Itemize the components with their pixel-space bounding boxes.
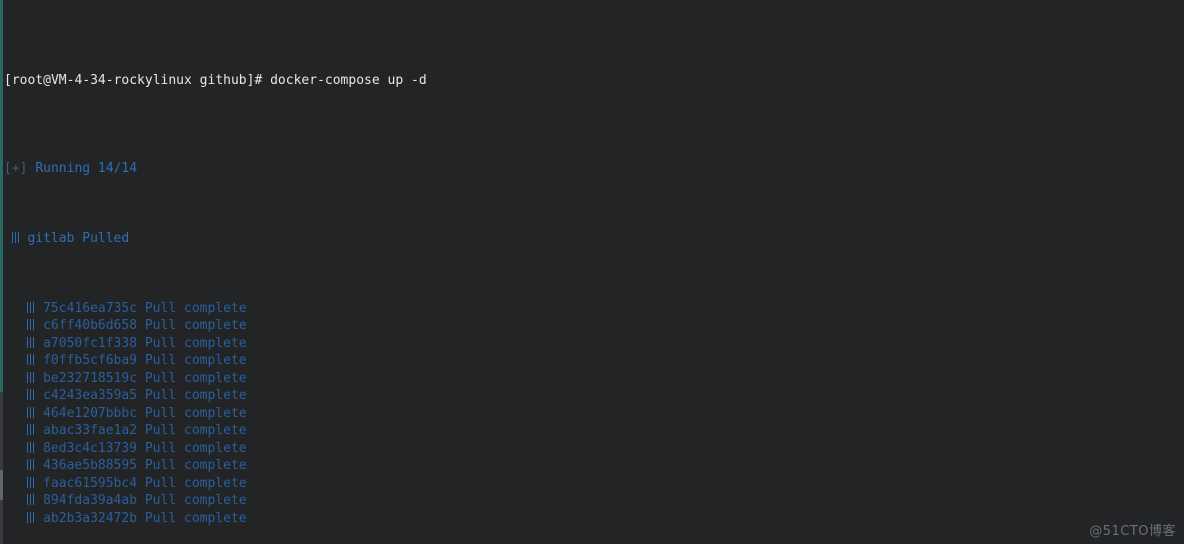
compose-layer-item: abac33fae1a2 Pull complete bbox=[4, 422, 1184, 440]
layer-label: c6ff40b6d658 Pull complete bbox=[43, 318, 247, 333]
spinner-glyph-icon bbox=[11, 231, 20, 243]
spinner-glyph-icon bbox=[27, 494, 36, 505]
service-pulled-label: gitlab Pulled bbox=[27, 230, 130, 246]
compose-layer-item: faac61595bc4 Pull complete bbox=[4, 475, 1184, 493]
spinner-glyph-icon bbox=[27, 424, 36, 435]
command-line-compose-up: [root@VM-4-34-rockylinux github]# docker… bbox=[4, 72, 1184, 90]
status-label: Running 14/14 bbox=[35, 160, 138, 176]
layer-label: be232718519c Pull complete bbox=[43, 370, 247, 386]
compose-layer-item: c6ff40b6d658 Pull complete bbox=[4, 317, 1184, 335]
layer-label: abac33fae1a2 Pull complete bbox=[43, 423, 247, 438]
spinner-glyph-icon bbox=[27, 389, 36, 400]
watermark: @51CTO博客 bbox=[1089, 523, 1176, 539]
compose-layer-item: 464e1207bbbc Pull complete bbox=[4, 405, 1184, 423]
layer-label: a7050fc1f338 Pull complete bbox=[43, 335, 247, 351]
shell-prompt: [root@VM-4-34-rockylinux github]# bbox=[4, 73, 263, 88]
layer-label: 436ae5b88595 Pull complete bbox=[43, 458, 247, 473]
spinner-glyph-icon bbox=[27, 511, 36, 523]
compose-layer-item: 8ed3c4c13739 Pull complete bbox=[4, 440, 1184, 458]
compose-layer-item: a7050fc1f338 Pull complete bbox=[4, 335, 1184, 353]
layer-label: f0ffb5cf6ba9 Pull complete bbox=[43, 353, 247, 368]
layer-label: faac61595bc4 Pull complete bbox=[43, 475, 247, 491]
compose-layer-item: c4243ea359a5 Pull complete bbox=[4, 387, 1184, 405]
spinner-glyph-icon bbox=[27, 406, 36, 418]
compose-pull-status: [+] Running 14/14 bbox=[4, 160, 1184, 178]
compose-layer-item: 436ae5b88595 Pull complete bbox=[4, 457, 1184, 475]
spinner-glyph-icon bbox=[27, 371, 36, 383]
compose-layer-item: 894fda39a4ab Pull complete bbox=[4, 492, 1184, 510]
layer-label: 894fda39a4ab Pull complete bbox=[43, 493, 247, 508]
layer-label: c4243ea359a5 Pull complete bbox=[43, 388, 247, 403]
spinner-glyph-icon bbox=[27, 476, 36, 488]
spinner-glyph-icon bbox=[27, 441, 36, 453]
layer-label: 75c416ea735c Pull complete bbox=[43, 300, 247, 316]
compose-layer-item: 75c416ea735c Pull complete bbox=[4, 300, 1184, 318]
compose-layer-item: be232718519c Pull complete bbox=[4, 370, 1184, 388]
compose-service-pulled: gitlab Pulled bbox=[4, 230, 1184, 248]
compose-layer-item: ab2b3a32472b Pull complete bbox=[4, 510, 1184, 528]
command-text-compose-up: docker-compose up -d bbox=[270, 73, 427, 88]
spinner-glyph-icon bbox=[27, 301, 36, 313]
spinner-glyph-icon bbox=[27, 354, 36, 365]
terminal-window[interactable]: [root@VM-4-34-rockylinux github]# docker… bbox=[0, 0, 1184, 544]
spinner-glyph-icon bbox=[27, 319, 36, 330]
layer-label: ab2b3a32472b Pull complete bbox=[43, 510, 247, 526]
status-marker: [+] bbox=[4, 160, 28, 176]
terminal-screen: [root@VM-4-34-rockylinux github]# docker… bbox=[0, 0, 1184, 544]
layer-label: 8ed3c4c13739 Pull complete bbox=[43, 440, 247, 456]
spinner-glyph-icon bbox=[27, 459, 36, 470]
spinner-glyph-icon bbox=[27, 336, 36, 348]
compose-layer-item: f0ffb5cf6ba9 Pull complete bbox=[4, 352, 1184, 370]
layer-label: 464e1207bbbc Pull complete bbox=[43, 405, 247, 421]
compose-layer-list: 75c416ea735c Pull complete c6ff40b6d658 … bbox=[4, 300, 1184, 528]
